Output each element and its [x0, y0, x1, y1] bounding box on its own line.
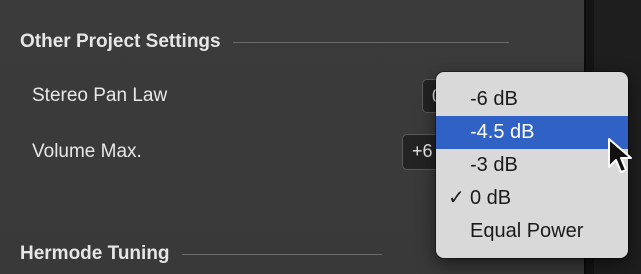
project-setup-panel: Other Project Settings Stereo Pan Law 0 …: [0, 0, 641, 274]
section-divider: [181, 253, 382, 255]
volume-max-value: +6: [412, 141, 433, 161]
stereo-pan-law-dropdown-menu: -6 dB -4.5 dB -3 dB ✓ 0 dB Equal Power: [436, 72, 628, 258]
menu-item-label: -3 dB: [470, 154, 518, 176]
volume-max-label: Volume Max.: [32, 141, 142, 162]
menu-item-label: -6 dB: [470, 88, 518, 110]
section-header-hermode-tuning: Hermode Tuning: [20, 243, 382, 265]
arrow-pointer-icon: [608, 138, 632, 173]
menu-item-0-db[interactable]: ✓ 0 dB: [436, 182, 628, 215]
menu-item-minus-4-5-db[interactable]: -4.5 dB: [436, 116, 628, 149]
menu-item-label: -4.5 dB: [470, 121, 535, 143]
section-header-other-project-settings: Other Project Settings: [20, 31, 509, 53]
checkmark-icon: ✓: [448, 187, 465, 209]
section-title: Other Project Settings: [20, 31, 221, 52]
menu-item-minus-3-db[interactable]: -3 dB: [436, 149, 628, 182]
section-title: Hermode Tuning: [20, 243, 170, 264]
menu-item-label: 0 dB: [470, 187, 512, 209]
menu-item-label: Equal Power: [470, 220, 584, 242]
section-divider: [232, 41, 509, 43]
menu-item-minus-6-db[interactable]: -6 dB: [436, 83, 628, 116]
stereo-pan-law-label: Stereo Pan Law: [32, 85, 168, 106]
menu-item-equal-power[interactable]: Equal Power: [436, 215, 628, 248]
